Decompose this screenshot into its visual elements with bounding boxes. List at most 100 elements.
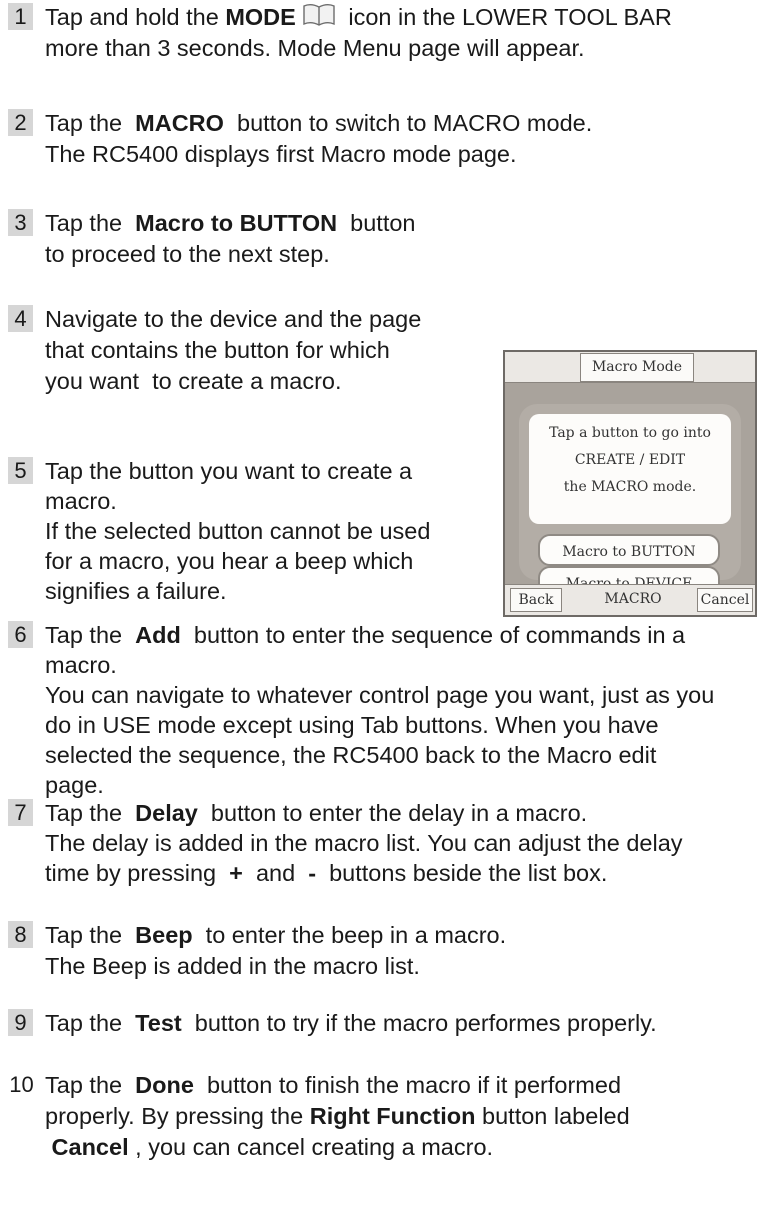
step-5: 5 Tap the button you want to create a macr… — [8, 456, 430, 606]
step-1: 1 Tap and hold the MODE icon in the LOWER… — [8, 2, 672, 64]
device-message: Tap a button to go into CREATE / EDIT th… — [529, 414, 731, 524]
step-text-line: If the selected button cannot be used — [45, 516, 430, 546]
text-run: button to finish the macro if it perform… — [193, 1072, 622, 1098]
step-text-line: Tap the Test button to try if the macro … — [45, 1008, 657, 1039]
text-run: selected the sequence, the RC5400 back t… — [45, 742, 657, 768]
text-run: Tap the button you want to create a — [45, 458, 413, 484]
device-message-line: CREATE / EDIT — [574, 452, 686, 468]
step-number: 2 — [8, 109, 33, 136]
text-run: do in USE mode except using Tab buttons.… — [45, 712, 659, 738]
text-run: to enter the beep in a macro. — [192, 922, 507, 948]
back-button[interactable]: Back — [510, 588, 562, 612]
device-title: Macro Mode — [580, 353, 694, 382]
step-number: 5 — [8, 457, 33, 484]
step-number: 7 — [8, 799, 33, 826]
text-run: that contains the button for which — [45, 337, 390, 363]
device-top-bar: Macro Mode — [505, 352, 755, 383]
step-10: 10 Tap the Done button to finish the macr… — [8, 1070, 630, 1163]
step-text-line: The RC5400 displays first Macro mode pag… — [45, 139, 592, 170]
text-run: button to enter the sequence of commands… — [180, 622, 686, 648]
macro-to-button-button[interactable]: Macro to BUTTON — [538, 534, 720, 566]
text-run: for a macro, you hear a beep which — [45, 548, 414, 574]
step-text-line: macro. — [45, 486, 430, 516]
step-text-line: properly. By pressing the Right Function… — [45, 1101, 630, 1132]
text-run: You can navigate to whatever control pag… — [45, 682, 715, 708]
bold-term: Cancel — [51, 1134, 129, 1160]
device-message-line: the MACRO mode. — [563, 479, 697, 495]
bold-term: MODE — [225, 4, 296, 30]
text-run: If the selected button cannot be used — [45, 518, 431, 544]
text-run: you want to create a macro. — [45, 368, 342, 394]
step-text-line: to proceed to the next step. — [45, 239, 416, 270]
step-text-line: You can navigate to whatever control pag… — [45, 680, 714, 710]
cancel-button[interactable]: Cancel — [697, 588, 753, 612]
step-text-line: do in USE mode except using Tab buttons.… — [45, 710, 714, 740]
step-8: 8 Tap the Beep to enter the beep in a mac… — [8, 920, 506, 982]
step-text-line: The Beep is added in the macro list. — [45, 951, 506, 982]
step-text-line: Tap the Add button to enter the sequence… — [45, 620, 714, 650]
step-number: 10 — [9, 1072, 34, 1097]
text-run: Tap the — [45, 922, 136, 948]
bold-term: Right Function — [309, 1103, 476, 1129]
text-run: Tap the — [45, 800, 136, 826]
step-text-line: selected the sequence, the RC5400 back t… — [45, 740, 714, 770]
text-run: page. — [45, 772, 104, 798]
text-run: time by pressing — [45, 860, 230, 886]
device-screenshot: Macro Mode Tap a button to go into CREAT… — [503, 350, 757, 617]
step-text-line: Tap the Delay button to enter the delay … — [45, 798, 683, 828]
step-text-line: more than 3 seconds. Mode Menu page will… — [45, 33, 672, 64]
step-text-line: you want to create a macro. — [45, 366, 421, 397]
text-run: The Beep is added in the macro list. — [45, 953, 420, 979]
step-text-line: signifies a failure. — [45, 576, 430, 606]
bold-term: Macro to BUTTON — [135, 210, 338, 236]
step-number: 9 — [8, 1009, 33, 1036]
step-7: 7 Tap the Delay button to enter the delay… — [8, 798, 683, 888]
step-text-line: Tap the Macro to BUTTON button — [45, 208, 416, 239]
step-4: 4 Navigate to the device and the page that… — [8, 304, 421, 397]
bold-term: + — [229, 860, 243, 886]
step-text-line: Tap the Beep to enter the beep in a macr… — [45, 920, 506, 951]
bold-term: - — [308, 860, 317, 886]
text-run: icon in the LOWER TOOL BAR — [341, 4, 672, 30]
text-run: macro. — [45, 652, 117, 678]
step-number: 4 — [8, 305, 33, 332]
step-text-line: Tap and hold the MODE icon in the LOWER … — [45, 2, 672, 33]
text-run: The RC5400 displays first Macro mode pag… — [45, 141, 517, 167]
step-text-line: page. — [45, 770, 714, 800]
text-run: buttons beside the list box. — [316, 860, 608, 886]
text-run: button to enter the delay in a macro. — [197, 800, 588, 826]
text-run: to proceed to the next step. — [45, 241, 330, 267]
step-text-line: macro. — [45, 650, 714, 680]
step-9: 9 Tap the Test button to try if the macro… — [8, 1008, 657, 1039]
text-run: button labeled — [475, 1103, 630, 1129]
bold-term: Done — [135, 1072, 194, 1098]
text-run: Tap the — [45, 622, 136, 648]
step-text-line: The delay is added in the macro list. Yo… — [45, 828, 683, 858]
step-text-line: Tap the MACRO button to switch to MACRO … — [45, 108, 592, 139]
text-run: Tap and hold the — [45, 4, 226, 30]
bold-term: MACRO — [135, 110, 224, 136]
step-number: 8 — [8, 921, 33, 948]
macro-mode-label[interactable]: MACRO — [593, 588, 673, 610]
step-2: 2 Tap the MACRO button to switch to MACRO… — [8, 108, 592, 170]
text-run: The delay is added in the macro list. Yo… — [45, 830, 683, 856]
device-bottom-bar: Back MACRO Cancel — [505, 584, 755, 615]
text-run: Tap the — [45, 1072, 136, 1098]
step-text-line: for a macro, you hear a beep which — [45, 546, 430, 576]
text-run: properly. By pressing the — [45, 1103, 310, 1129]
step-text-line: Tap the button you want to create a — [45, 456, 430, 486]
text-run: button to switch to MACRO mode. — [223, 110, 593, 136]
text-run: macro. — [45, 488, 117, 514]
bold-term: Add — [135, 622, 181, 648]
step-number: 6 — [8, 621, 33, 648]
device-message-line: Tap a button to go into — [549, 425, 711, 441]
step-number: 3 — [8, 209, 33, 236]
step-text-line: Navigate to the device and the page — [45, 304, 421, 335]
bold-term: Test — [135, 1010, 182, 1036]
book-icon — [302, 3, 336, 26]
step-6: 6 Tap the Add button to enter the sequenc… — [8, 620, 714, 800]
text-run: Navigate to the device and the page — [45, 306, 422, 332]
step-text-line: Tap the Done button to finish the macro … — [45, 1070, 630, 1101]
text-run: signifies a failure. — [45, 578, 227, 604]
step-text-line: that contains the button for which — [45, 335, 421, 366]
